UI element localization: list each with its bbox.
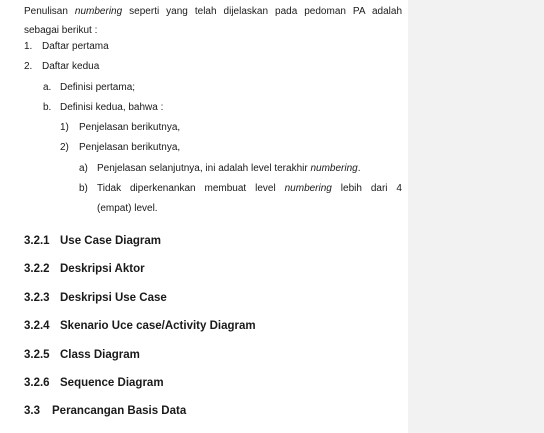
list-marker: 2. — [24, 61, 33, 72]
list-marker: 2) — [60, 142, 69, 153]
list-item: 2. Daftar kedua — [24, 57, 99, 77]
intro-emphasis: numbering — [74, 6, 123, 17]
heading-title: Use Case Diagram — [60, 235, 161, 247]
intro-line-1: Penulisan numbering seperti yang telah d… — [24, 2, 402, 21]
list-text-line-2: (empat) level. — [97, 203, 158, 214]
heading-number: 3.2.3 — [24, 292, 50, 304]
list-item: 1) Penjelasan berikutnya, — [60, 118, 180, 138]
list-emphasis: numbering — [310, 163, 358, 174]
list-marker: a) — [79, 163, 88, 174]
heading-title: Sequence Diagram — [60, 377, 164, 389]
list-text: Definisi pertama; — [60, 82, 136, 93]
list-text: Definisi kedua, bahwa : — [60, 102, 164, 113]
section-heading: 3.2.5 Class Diagram — [24, 347, 140, 363]
intro-text: Penulisan — [24, 6, 75, 17]
heading-title: Class Diagram — [60, 349, 140, 361]
list-item: b. Definisi kedua, bahwa : — [43, 98, 163, 118]
list-text-end: . — [357, 163, 361, 174]
section-heading: 3.2.4 Skenario Uce case/Activity Diagram — [24, 318, 256, 334]
list-item: a) Penjelasan selanjutnya, ini adalah lev… — [79, 159, 361, 179]
list-marker: a. — [43, 82, 52, 93]
list-text: Penjelasan berikutnya, — [79, 142, 181, 153]
section-heading: 3.2.2 Deskripsi Aktor — [24, 261, 145, 277]
list-text: Penjelasan berikutnya, — [79, 122, 181, 133]
heading-number: 3.2.6 — [24, 377, 50, 389]
list-item: 2) Penjelasan berikutnya, — [60, 138, 180, 158]
section-heading: 3.2.6 Sequence Diagram — [24, 375, 164, 391]
list-text: Daftar pertama — [42, 41, 109, 52]
heading-title: Deskripsi Use Case — [60, 292, 167, 304]
list-text-cont: lebih dari 4 — [331, 183, 402, 194]
section-heading: 3.3 Perancangan Basis Data — [24, 403, 186, 419]
heading-number: 3.2.5 — [24, 349, 50, 361]
list-marker: b. — [43, 102, 52, 113]
list-text: Tidak diperkenankan membuat level — [97, 183, 285, 194]
list-marker: 1. — [24, 41, 33, 52]
list-text: Daftar kedua — [42, 61, 100, 72]
heading-number: 3.2.2 — [24, 263, 50, 275]
list-emphasis: numbering — [284, 183, 332, 194]
intro-text-cont: seperti yang telah dijelaskan pada pedom… — [122, 6, 402, 17]
heading-number: 3.3 — [24, 405, 40, 417]
list-item-marker-row: b) — [79, 179, 88, 199]
section-heading: 3.2.3 Deskripsi Use Case — [24, 290, 167, 306]
list-text: Penjelasan selanjutnya, ini adalah level… — [97, 163, 311, 174]
intro-paragraph: Penulisan numbering seperti yang telah d… — [24, 2, 402, 40]
heading-number: 3.2.1 — [24, 235, 50, 247]
list-marker: 1) — [60, 122, 69, 133]
list-text-justified: Tidak diperkenankan membuat level number… — [97, 179, 402, 199]
heading-title: Deskripsi Aktor — [60, 263, 145, 275]
section-heading: 3.2.1 Use Case Diagram — [24, 233, 161, 249]
document-page: Penulisan numbering seperti yang telah d… — [0, 0, 408, 433]
list-item: a. Definisi pertama; — [43, 78, 135, 98]
heading-number: 3.2.4 — [24, 320, 50, 332]
heading-title: Perancangan Basis Data — [52, 405, 187, 417]
list-item: 1. Daftar pertama — [24, 37, 109, 57]
heading-title: Skenario Uce case/Activity Diagram — [60, 320, 256, 332]
intro-line-2: sebagai berikut : — [24, 25, 98, 36]
list-marker: b) — [79, 183, 88, 194]
